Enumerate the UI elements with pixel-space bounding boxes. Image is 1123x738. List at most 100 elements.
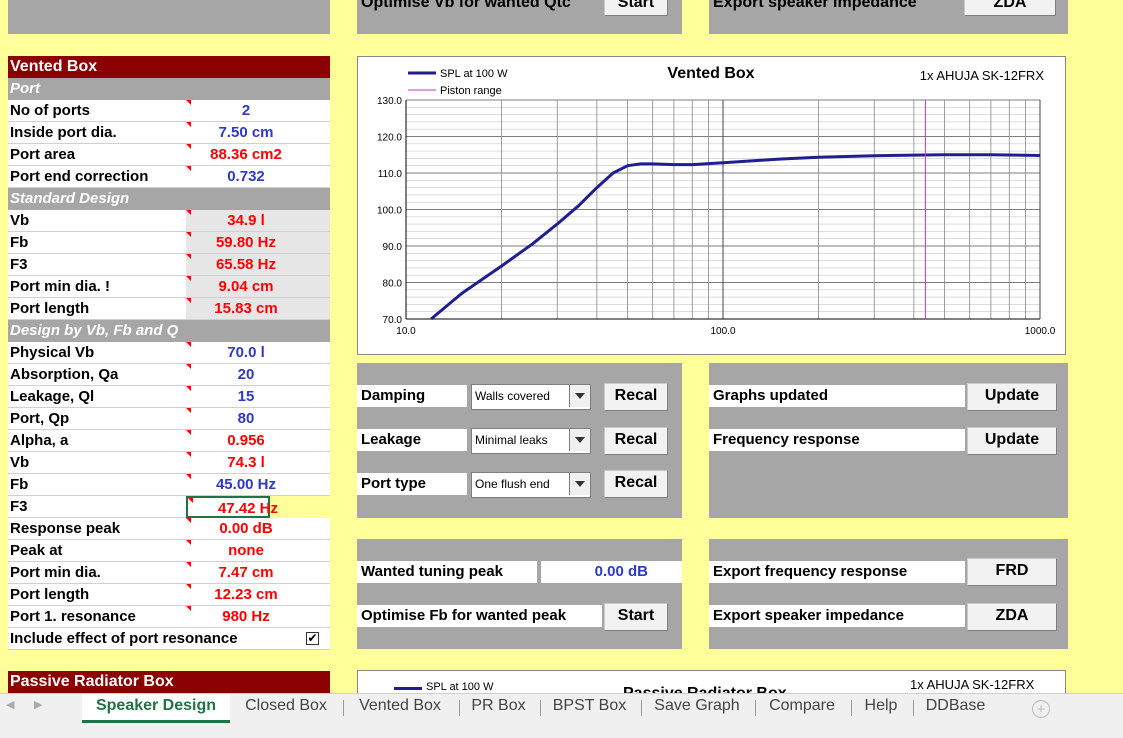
row-value-cell[interactable]: 12.23 cm bbox=[186, 584, 330, 606]
y-tick-label: 130.0 bbox=[377, 96, 402, 107]
port-section-label: Port bbox=[10, 80, 40, 97]
tab-scroll-right-icon[interactable]: ▶ bbox=[34, 698, 42, 711]
tab-speaker-design[interactable]: Speaker Design bbox=[82, 694, 230, 723]
row-label: Vb bbox=[10, 212, 30, 229]
row-value: 45.00 Hz bbox=[215, 476, 277, 493]
optimise-start-button[interactable]: Start bbox=[604, 603, 668, 631]
wanted-peak-value-cell[interactable]: 0.00 dB bbox=[541, 561, 682, 583]
tab-bpst-box[interactable]: BPST Box bbox=[540, 694, 639, 720]
table-row: Port, Qp 80 bbox=[8, 408, 330, 430]
damping-recal-button[interactable]: Recal bbox=[604, 383, 668, 411]
row-value-cell[interactable]: 0.00 dB bbox=[186, 518, 330, 540]
table-row: Physical Vb 70.0 l bbox=[8, 342, 330, 364]
row-label: No of ports bbox=[10, 102, 90, 119]
std-section-header: Standard Design bbox=[8, 188, 330, 210]
row-value-cell[interactable]: 980 Hz bbox=[186, 606, 330, 628]
table-row: Vb 74.3 l bbox=[8, 452, 330, 474]
leakage-recal-button[interactable]: Recal bbox=[604, 427, 668, 455]
porttype-recal-button[interactable]: Recal bbox=[604, 470, 668, 498]
row-value-cell[interactable]: 0.956 bbox=[186, 430, 330, 452]
row-value-cell[interactable]: 15.83 cm bbox=[186, 298, 330, 320]
tab-scroll-left-icon[interactable]: ◀ bbox=[6, 698, 14, 711]
export-frd-button[interactable]: FRD bbox=[967, 558, 1057, 586]
right-update-panel: Graphs updated Update Frequency response… bbox=[709, 363, 1068, 518]
row-label-cell: Peak at bbox=[8, 540, 186, 562]
row-value-cell[interactable]: 7.50 cm bbox=[186, 122, 330, 144]
damping-select[interactable]: Walls covered bbox=[471, 384, 591, 410]
graphs-updated-row: Graphs updated bbox=[709, 385, 965, 407]
table-row: Port length 12.23 cm bbox=[8, 584, 330, 606]
y-tick-label: 110.0 bbox=[378, 169, 403, 180]
table-row: Fb 59.80 Hz bbox=[8, 232, 330, 254]
row-label-cell: Absorption, Qa bbox=[8, 364, 186, 386]
row-value: 12.23 cm bbox=[214, 586, 278, 603]
passive-legend-swatch bbox=[394, 687, 422, 690]
row-value-cell[interactable]: 47.42 Hz bbox=[186, 496, 278, 518]
optimise-row: Optimise Fb for wanted peak bbox=[357, 605, 602, 627]
row-value-cell[interactable]: 59.80 Hz bbox=[186, 232, 330, 254]
tab-closed-box[interactable]: Closed Box bbox=[232, 694, 340, 720]
table-row: Port min dia. ! 9.04 cm bbox=[8, 276, 330, 298]
tab-help[interactable]: Help bbox=[851, 694, 911, 720]
chevron-down-icon[interactable] bbox=[569, 385, 590, 407]
leakage-select-value: Minimal leaks bbox=[475, 433, 548, 447]
graphs-update-button[interactable]: Update bbox=[967, 383, 1057, 411]
tab-vented-box[interactable]: Vented Box bbox=[343, 694, 457, 720]
row-value-cell[interactable]: 45.00 Hz bbox=[186, 474, 330, 496]
export-zda-button[interactable]: ZDA bbox=[967, 603, 1057, 631]
row-label: Port length bbox=[10, 586, 90, 603]
tab-separator bbox=[343, 700, 344, 716]
row-value: 980 Hz bbox=[222, 608, 270, 625]
row-value-cell[interactable]: none bbox=[186, 540, 330, 562]
table-row: Peak at none bbox=[8, 540, 330, 562]
freq-update-button[interactable]: Update bbox=[967, 427, 1057, 455]
vented-chart: 70.0 80.0 90.0 100.0 110.0 120.0 130.0 10.0 100.… bbox=[377, 65, 1056, 337]
leakage-select[interactable]: Minimal leaks bbox=[471, 428, 591, 454]
row-value-cell[interactable]: 80 bbox=[186, 408, 330, 430]
table-row: Absorption, Qa 20 bbox=[8, 364, 330, 386]
row-label-cell: Fb bbox=[8, 232, 186, 254]
row-value-cell[interactable]: 70.0 l bbox=[186, 342, 330, 364]
mid-settings-panel: Damping Walls covered Recal Leakage Mini… bbox=[357, 363, 682, 518]
row-label-cell: Port length bbox=[8, 298, 186, 320]
chevron-down-icon[interactable] bbox=[569, 473, 590, 495]
row-value: 2 bbox=[241, 102, 251, 119]
row-label: Vb bbox=[10, 454, 30, 471]
sheet-tab-bar: ◀ ▶ Speaker Design Closed Box Vented Box PR… bbox=[0, 693, 1123, 738]
tab-ddbase[interactable]: DDBase bbox=[913, 694, 998, 720]
row-value-cell[interactable]: 34.9 l bbox=[186, 210, 330, 232]
tab-compare[interactable]: Compare bbox=[755, 694, 849, 720]
porttype-select-value: One flush end bbox=[475, 477, 550, 491]
tab-pr-box[interactable]: PR Box bbox=[459, 694, 538, 720]
damping-label: Damping bbox=[361, 387, 426, 404]
add-sheet-icon[interactable]: + bbox=[1032, 700, 1050, 718]
table-row: Port area 88.36 cm2 bbox=[8, 144, 330, 166]
tab-separator bbox=[755, 700, 756, 716]
row-value: 15.83 cm bbox=[214, 300, 278, 317]
row-value-cell[interactable]: 65.58 Hz bbox=[186, 254, 330, 276]
tab-separator bbox=[913, 700, 914, 716]
row-value-cell[interactable]: 88.36 cm2 bbox=[186, 144, 330, 166]
row-label-cell: Vb bbox=[8, 210, 186, 232]
row-value-cell[interactable]: 9.04 cm bbox=[186, 276, 330, 298]
row-value: 9.04 cm bbox=[218, 278, 274, 295]
design-section-label: Design by Vb, Fb and Q bbox=[10, 322, 179, 339]
row-value-cell[interactable]: 7.47 cm bbox=[186, 562, 330, 584]
chevron-down-icon[interactable] bbox=[569, 429, 590, 451]
row-value-cell[interactable]: 74.3 l bbox=[186, 452, 330, 474]
top-zda-button[interactable]: ZDA bbox=[964, 0, 1056, 16]
top-start-button[interactable]: Start bbox=[604, 0, 668, 16]
row-value-cell[interactable]: 15 bbox=[186, 386, 330, 408]
row-label-cell: Port min dia. ! bbox=[8, 276, 186, 298]
include-port-resonance-checkbox[interactable]: ✔ bbox=[306, 632, 319, 645]
row-value-cell[interactable]: 20 bbox=[186, 364, 330, 386]
table-row: Leakage, Ql 15 bbox=[8, 386, 330, 408]
porttype-select[interactable]: One flush end bbox=[471, 472, 591, 498]
passive-chart-subtitle: 1x AHUJA SK-12FRX bbox=[910, 677, 1035, 692]
row-value-cell[interactable]: 2 bbox=[186, 100, 330, 122]
row-value-cell[interactable]: 0.732 bbox=[186, 166, 330, 188]
row-label-cell: Port area bbox=[8, 144, 186, 166]
mid-panel-top-strip bbox=[357, 363, 682, 385]
tab-save-graph[interactable]: Save Graph bbox=[641, 694, 753, 720]
port-section-header: Port bbox=[8, 78, 330, 100]
